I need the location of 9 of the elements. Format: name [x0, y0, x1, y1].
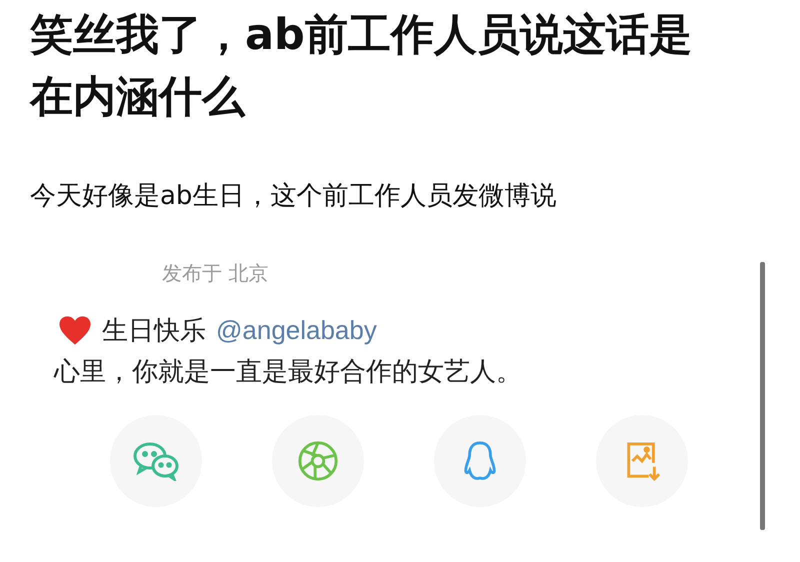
article-title: 笑丝我了，ab前工作人员说这话是在内涵什么	[30, 9, 693, 124]
aperture-icon	[297, 440, 339, 482]
post-text: 心里，你就是一直是最好合作的女艺人。	[54, 356, 523, 389]
mention-link[interactable]: @angelababy	[216, 315, 377, 346]
post-text: 生日快乐	[102, 315, 206, 348]
article-text: 今天好像是ab生日，这个前工作人员发微博说	[30, 180, 558, 213]
heart-icon	[58, 315, 92, 346]
chat-bubbles-icon	[132, 441, 180, 481]
post-location: 发布于 北京	[162, 260, 270, 287]
